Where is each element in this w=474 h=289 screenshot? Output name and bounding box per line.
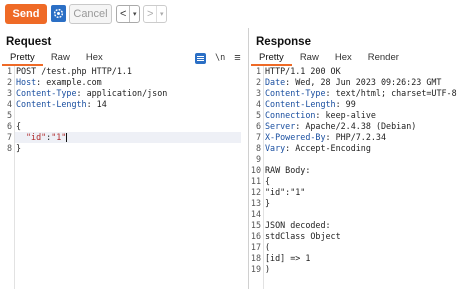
code-line: 15 JSON decoded:: [250, 220, 331, 230]
code-line: 17(: [250, 242, 271, 252]
code-line: 7 "id":"1": [6, 132, 68, 142]
code-line: 8}: [6, 143, 22, 153]
code-line: 9: [255, 154, 261, 164]
header-name: Content-Type: [16, 88, 77, 98]
code-line: 16 stdClass Object: [250, 231, 341, 241]
code-line: 14: [250, 209, 261, 219]
header-name: Content-Type: [265, 88, 326, 98]
code-line: 2 Host: example.com: [6, 77, 102, 87]
header-name: Content-Length: [265, 99, 336, 109]
newline-icon[interactable]: \n: [215, 53, 225, 63]
chevron-right-icon: >: [146, 8, 154, 20]
tab-raw[interactable]: Raw: [43, 51, 78, 66]
forward-button[interactable]: >: [144, 6, 158, 22]
code-line: 12 "id":"1": [250, 187, 306, 197]
code-line: 1 POST /test.php HTTP/1.1: [6, 66, 132, 76]
tab-pretty[interactable]: Pretty: [2, 51, 43, 66]
code-line: 5: [6, 110, 12, 120]
code-line: 18 [id] => 1: [250, 253, 311, 263]
tab-hex[interactable]: Hex: [327, 51, 360, 66]
back-history-dropdown[interactable]: ▾: [130, 6, 139, 22]
header-name: Connection: [265, 110, 316, 120]
forward-history-dropdown[interactable]: ▾: [157, 6, 166, 22]
cancel-button[interactable]: Cancel: [69, 4, 112, 24]
back-nav: < ▾: [116, 5, 140, 23]
header-name: X-Powered-By: [265, 132, 326, 142]
response-editor[interactable]: 1 HTTP/1.1 200 OK 2 Date: Wed, 28 Jun 2023…: [249, 66, 474, 275]
json-key: "id": [26, 132, 47, 142]
code-line: 6{: [6, 121, 22, 131]
json-value: "1": [51, 132, 67, 142]
tab-pretty[interactable]: Pretty: [251, 51, 292, 66]
header-name: Content-Length: [16, 99, 87, 109]
back-button[interactable]: <: [117, 6, 131, 22]
code-line: 10 RAW Body:: [250, 165, 311, 175]
code-line: 13}: [250, 198, 271, 208]
code-line: 5 Connection: keep-alive: [255, 110, 376, 120]
header-name: Server: [265, 121, 296, 131]
request-tabs: Pretty Raw Hex: [2, 51, 111, 66]
code-line: 4 Content-Length: 99: [255, 99, 356, 109]
response-tabs: Pretty Raw Hex Render: [251, 51, 407, 66]
code-line: 3 Content-Type: application/json: [6, 88, 168, 98]
code-line: 6 Server: Apache/2.4.38 (Debian): [255, 121, 417, 131]
code-line: 3 Content-Type: text/html; charset=UTF-8: [255, 88, 457, 98]
forward-nav: > ▾: [143, 5, 167, 23]
code-line: 7 X-Powered-By: PHP/7.2.34: [255, 132, 387, 142]
code-line: 11{: [250, 176, 271, 186]
request-view-options: \n ≡: [195, 52, 243, 64]
code-line: 19): [250, 264, 271, 274]
text-caret: [66, 133, 68, 142]
chevron-down-icon: ▾: [159, 11, 164, 18]
tab-hex[interactable]: Hex: [78, 51, 111, 66]
tab-raw[interactable]: Raw: [292, 51, 327, 66]
send-button[interactable]: Send: [5, 4, 47, 24]
menu-icon[interactable]: ≡: [234, 52, 240, 64]
code-line: 2 Date: Wed, 28 Jun 2023 09:26:23 GMT: [255, 77, 442, 87]
header-name: Vary: [265, 143, 286, 153]
response-title: Response: [256, 36, 311, 48]
code-line: 4 Content-Length: 14: [6, 99, 107, 109]
request-editor[interactable]: 1 POST /test.php HTTP/1.1 2 Host: example.…: [0, 66, 246, 154]
header-name: Host: [16, 77, 37, 87]
chevron-left-icon: <: [119, 8, 127, 20]
settings-button[interactable]: [51, 5, 66, 22]
gear-icon: [53, 8, 64, 19]
request-title: Request: [6, 36, 52, 48]
list-icon[interactable]: [195, 52, 206, 64]
chevron-down-icon: ▾: [132, 11, 137, 18]
header-name: Date: [265, 77, 286, 87]
tab-render[interactable]: Render: [360, 51, 407, 66]
code-line: 1 HTTP/1.1 200 OK: [255, 66, 341, 76]
code-line: 8 Vary: Accept-Encoding: [255, 143, 371, 153]
toolbar: Send Cancel < ▾ > ▾: [0, 0, 474, 28]
